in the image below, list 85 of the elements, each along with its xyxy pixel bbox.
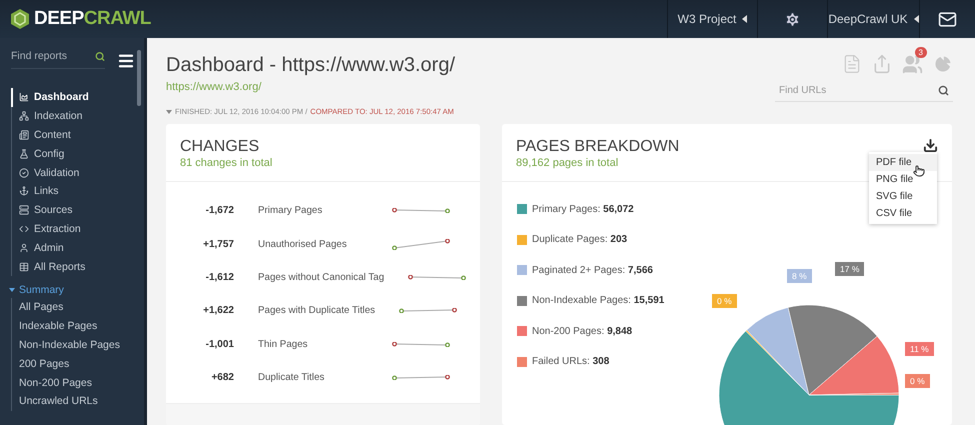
hand-cursor-icon: [913, 165, 925, 177]
flask-icon: [19, 148, 29, 159]
card-subtitle: 81 changes in total: [180, 157, 272, 169]
project-switcher[interactable]: W3 Project: [678, 12, 736, 26]
menu-item[interactable]: PDF file: [869, 154, 937, 171]
nav-item[interactable]: Config: [11, 144, 144, 164]
check-circle-icon: [19, 168, 29, 178]
report-link[interactable]: Non-Indexable Pages: [12, 336, 144, 354]
notification-count: 3: [914, 47, 927, 58]
card-title: PAGES BREAKDOWN: [516, 138, 680, 156]
menu-icon[interactable]: [117, 52, 135, 70]
change-count: -1,672: [204, 205, 234, 216]
download-icon[interactable]: [923, 138, 938, 153]
mail-icon[interactable]: [938, 10, 957, 28]
sparkline-drawing: [392, 375, 450, 380]
nav-item[interactable]: Content: [11, 126, 144, 144]
nav-item[interactable]: Admin: [11, 238, 144, 258]
report-link[interactable]: Uncrawled URLs: [12, 392, 144, 411]
report-link[interactable]: Non-200 Pages: [12, 373, 144, 392]
code-icon: [19, 224, 29, 234]
nav-item[interactable]: Links: [11, 182, 144, 201]
slice-label: 0 %: [712, 294, 737, 308]
change-count: +1,622: [202, 305, 234, 316]
users-icon[interactable]: [902, 54, 923, 75]
sparkline-drawing: [399, 308, 458, 314]
caret-icon: [742, 15, 748, 23]
change-label[interactable]: Unauthorised Pages: [258, 238, 368, 250]
summary-section[interactable]: Summary: [9, 284, 144, 296]
user-icon: [19, 242, 29, 253]
card-title: CHANGES: [180, 138, 260, 156]
legend-label: Paginated 2+ Pages: 7,566: [532, 264, 653, 276]
change-label[interactable]: Pages without Canonical Tag: [258, 272, 384, 283]
network-icon: [19, 111, 29, 122]
slice-label: 17 %: [835, 262, 864, 276]
sparkline-drawing: [392, 208, 450, 214]
change-label[interactable]: Primary Pages: [258, 205, 368, 216]
slice-label: 8 %: [787, 269, 812, 283]
slice-label: 0 %: [905, 374, 930, 388]
legend-label: Non-200 Pages: 9,848: [532, 326, 632, 337]
page-title: Dashboard - https://www.w3.org/: [166, 54, 456, 77]
slice-label: 11 %: [905, 342, 934, 356]
change-label[interactable]: Pages with Duplicate Titles: [258, 305, 376, 316]
scrollbar-thumb[interactable]: [137, 50, 141, 106]
change-count: -1,612: [204, 272, 234, 283]
caret-icon: [914, 15, 919, 23]
nav-item[interactable]: Validation: [11, 163, 144, 182]
nav-item[interactable]: Extraction: [11, 220, 144, 238]
legend-label: Failed URLs: 308: [532, 356, 610, 368]
legend-label: Non-Indexable Pages: 15,591: [532, 295, 664, 306]
card-subtitle: 89,162 pages in total: [516, 157, 620, 169]
menu-item[interactable]: CSV file: [869, 205, 937, 222]
report-search-field[interactable]: Find reports: [11, 50, 87, 62]
sparkline-drawing: [408, 274, 466, 280]
sparkline-drawing: [392, 238, 450, 250]
menu-item[interactable]: PNG file: [869, 171, 937, 188]
report-link[interactable]: Indexable Pages: [12, 316, 144, 336]
nav-item[interactable]: All Reports: [11, 257, 144, 276]
change-label[interactable]: Duplicate Titles: [258, 372, 368, 384]
caret-icon: [9, 288, 15, 292]
search-icon[interactable]: [938, 85, 949, 96]
legend-label: Primary Pages: 56,072: [532, 204, 634, 215]
change-label[interactable]: Thin Pages: [258, 338, 368, 350]
nav-item[interactable]: Dashboard: [11, 88, 144, 107]
hexagon-logo-icon: [10, 8, 30, 30]
newspaper-icon: [19, 130, 29, 140]
legend-label: Duplicate Pages: 203: [532, 234, 628, 246]
url-search-field[interactable]: Find URLs: [779, 85, 938, 96]
settings-icon[interactable]: [784, 10, 801, 28]
table-icon: [19, 262, 29, 272]
logo-text: DEEPCRAWL: [34, 8, 151, 30]
area-chart-icon: [19, 92, 29, 102]
change-count: +1,757: [202, 238, 234, 250]
change-count: -1,001: [204, 338, 234, 350]
account-switcher[interactable]: DeepCrawl UK: [828, 12, 908, 26]
report-link[interactable]: All Pages: [12, 298, 144, 317]
nav-item[interactable]: Sources: [11, 200, 144, 220]
change-count: +682: [210, 372, 234, 384]
menu-item[interactable]: SVG file: [869, 188, 937, 205]
search-icon[interactable]: [95, 50, 105, 62]
server-icon: [19, 205, 29, 216]
report-link[interactable]: 200 Pages: [12, 354, 144, 374]
caret-icon: [166, 110, 172, 114]
anchor-icon: [19, 186, 29, 196]
nav-item[interactable]: Indexation: [11, 106, 144, 126]
sparkline-drawing: [392, 342, 450, 347]
